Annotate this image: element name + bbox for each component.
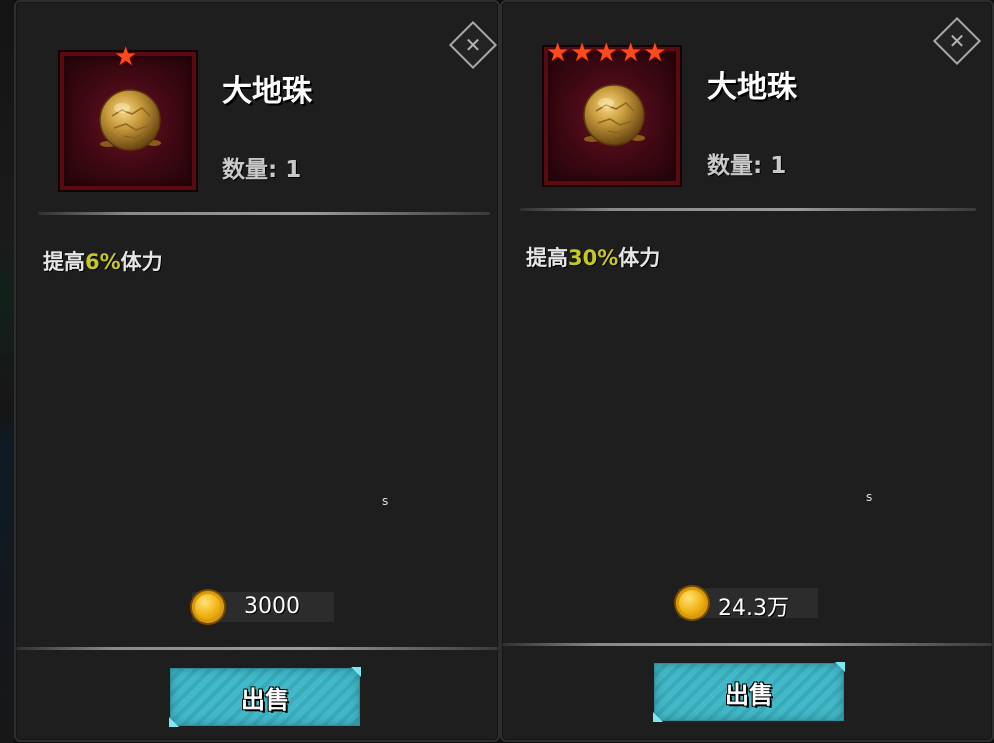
button-corner-decoration [169, 717, 179, 727]
earth-orb-icon [99, 89, 161, 151]
effect-prefix: 提高 [526, 246, 568, 270]
s-marker: s [866, 490, 873, 504]
item-icon-frame [60, 52, 196, 190]
effect-suffix: 体力 [618, 246, 661, 270]
rarity-stars: ★ [114, 44, 137, 70]
sell-button-label: 出售 [725, 680, 773, 709]
star-icon: ★ [618, 38, 643, 68]
earth-orb-icon [583, 84, 645, 146]
item-detail-panel-1: ✕ ★ 大地珠 数量: 1 提高6%体力 s 3000 出售 [14, 0, 500, 742]
item-quantity: 数量: 1 [707, 153, 787, 179]
item-effect: 提高6%体力 [43, 246, 163, 276]
close-x-icon: ✕ [948, 29, 966, 53]
star-icon: ★ [594, 38, 618, 68]
effect-value: 30% [568, 246, 619, 270]
divider [520, 208, 976, 211]
star-icon: ★ [114, 42, 138, 72]
close-button[interactable]: ✕ [448, 20, 498, 70]
rarity-stars: ★ ★ ★ ★ ★ [546, 40, 667, 66]
close-x-icon: ✕ [464, 33, 482, 57]
close-button[interactable]: ✕ [932, 16, 982, 66]
divider [16, 647, 498, 650]
item-detail-panel-2: ✕ ★ ★ ★ ★ ★ 大地珠 数量: 1 提高30%体力 s 24.3万 出售 [500, 0, 994, 742]
s-marker: s [382, 494, 389, 508]
star-icon: ★ [570, 38, 594, 68]
effect-suffix: 体力 [120, 250, 163, 274]
item-name: 大地珠 [707, 70, 797, 105]
star-icon: ★ [546, 38, 570, 68]
button-corner-decoration [653, 712, 663, 722]
item-quantity: 数量: 1 [222, 157, 302, 183]
effect-prefix: 提高 [43, 250, 85, 274]
sell-button[interactable]: 出售 [169, 667, 361, 727]
divider [502, 643, 992, 646]
button-corner-decoration [351, 667, 361, 677]
game-screen: ✕ ★ 大地珠 数量: 1 提高6%体力 s 3000 出售 ✕ ★ ★ ★ ★… [0, 0, 994, 743]
item-effect: 提高30%体力 [526, 242, 660, 272]
gold-coin-icon [192, 591, 224, 623]
sell-button-label: 出售 [241, 685, 289, 714]
item-name: 大地珠 [222, 74, 312, 109]
divider [38, 212, 490, 215]
effect-value: 6% [85, 250, 121, 274]
sell-button[interactable]: 出售 [653, 662, 845, 722]
background-edge [0, 0, 14, 743]
sell-price: 24.3万 [718, 596, 789, 621]
button-corner-decoration [835, 662, 845, 672]
gold-coin-icon [676, 587, 708, 619]
star-icon: ★ [643, 38, 667, 68]
sell-price: 3000 [244, 594, 300, 619]
